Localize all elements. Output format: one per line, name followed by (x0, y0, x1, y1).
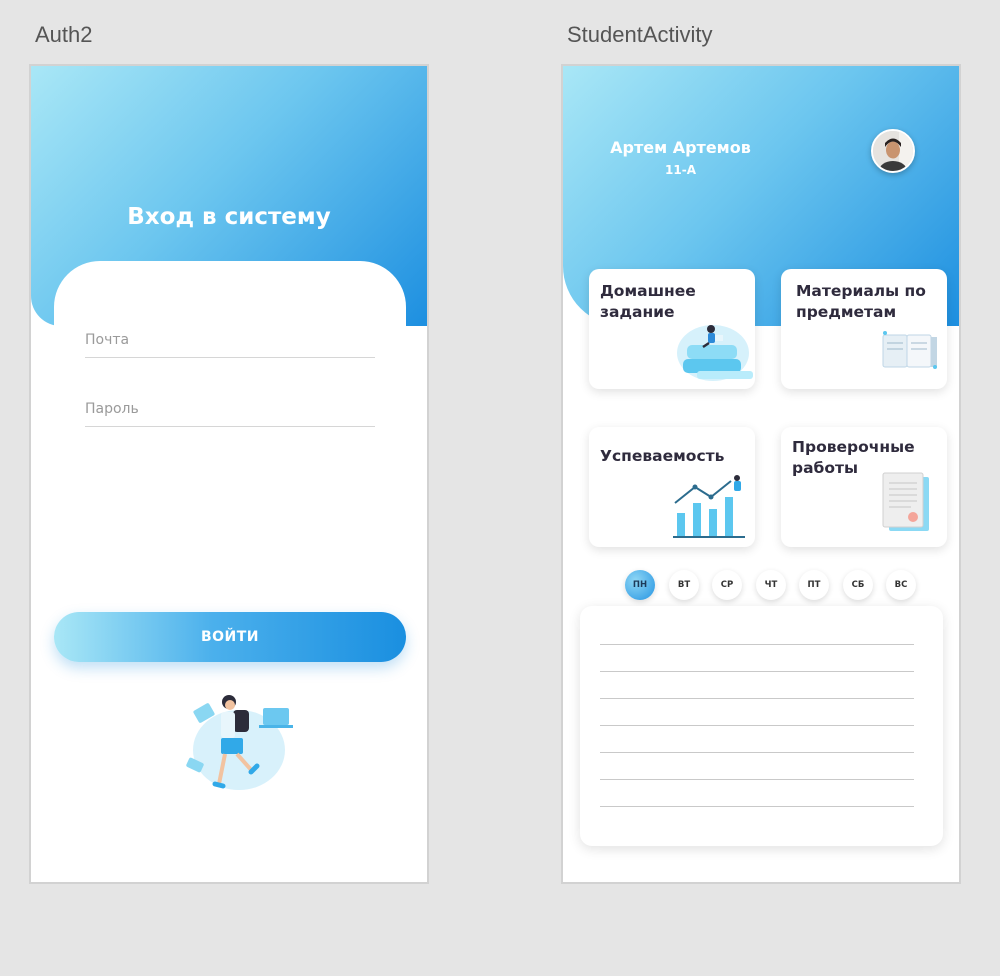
email-input[interactable] (85, 328, 375, 348)
login-button[interactable]: ВОЙТИ (54, 612, 406, 662)
runner-illustration-icon (186, 695, 293, 790)
user-name: Артем Артемов (610, 138, 751, 157)
chart-illustration-icon (673, 475, 745, 538)
tile-materials[interactable]: Материалы по предметам (781, 269, 947, 389)
frame-label-auth: Auth2 (35, 22, 93, 47)
tile-materials-title: Материалы по предметам (796, 282, 926, 321)
day-wed[interactable]: СР (712, 570, 742, 600)
day-fri[interactable]: ПТ (799, 570, 829, 600)
password-input[interactable] (85, 397, 375, 417)
schedule-row[interactable] (600, 698, 914, 699)
tile-homework-title: Домашнее задание (600, 282, 696, 321)
schedule-row[interactable] (600, 779, 914, 780)
page-title: Вход в систему (127, 204, 331, 230)
tile-performance-title: Успеваемость (600, 447, 725, 465)
day-sun[interactable]: ВС (886, 570, 916, 600)
schedule-row[interactable] (600, 806, 914, 807)
day-mon[interactable]: ПН (625, 570, 655, 600)
user-class: 11-А (665, 163, 696, 177)
password-field[interactable] (85, 397, 375, 427)
tile-performance[interactable]: Успеваемость (589, 427, 755, 547)
student-activity-screen: Артем Артемов 11-А Домашнее задание Мате… (561, 64, 961, 884)
documents-illustration-icon (882, 472, 929, 531)
tile-homework[interactable]: Домашнее задание (589, 269, 755, 389)
weekday-selector: ПН ВТ СР ЧТ ПТ СБ ВС (625, 570, 925, 600)
day-tue[interactable]: ВТ (669, 570, 699, 600)
books-illustration-icon (882, 331, 937, 369)
frame-label-student: StudentActivity (567, 22, 713, 47)
avatar[interactable] (871, 129, 915, 173)
email-field[interactable] (85, 328, 375, 358)
schedule-row[interactable] (600, 644, 914, 645)
homework-illustration-icon (677, 325, 753, 381)
schedule-row[interactable] (600, 725, 914, 726)
schedule-row[interactable] (600, 671, 914, 672)
day-sat[interactable]: СБ (843, 570, 873, 600)
day-thu[interactable]: ЧТ (756, 570, 786, 600)
auth-screen: Вход в систему ВОЙТИ (29, 64, 429, 884)
tile-tests[interactable]: Проверочные работы (781, 427, 947, 547)
schedule-row[interactable] (600, 752, 914, 753)
schedule-card (580, 606, 943, 846)
